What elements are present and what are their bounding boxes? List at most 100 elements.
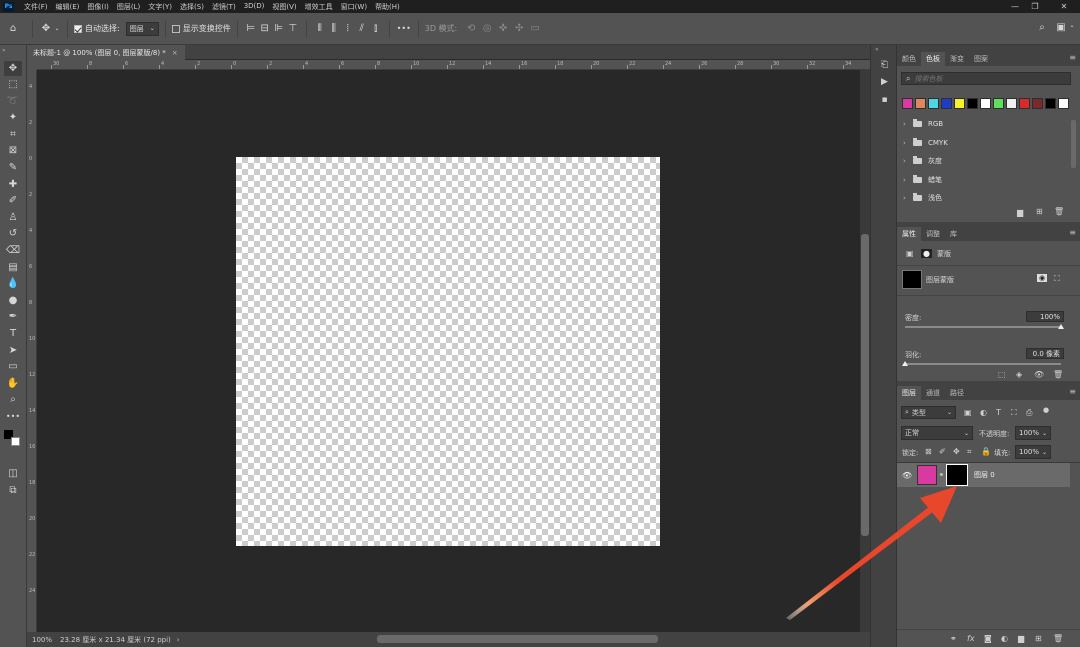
horizontal-scrollbar-thumb[interactable] xyxy=(377,635,658,643)
density-slider-handle[interactable] xyxy=(1058,324,1064,329)
layer-name[interactable]: 图层 0 xyxy=(974,470,995,480)
swatch-group-row[interactable]: › 蜡笔 xyxy=(903,173,942,187)
load-selection-icon[interactable]: ⬚ xyxy=(998,370,1006,379)
color-swatch[interactable] xyxy=(941,98,952,109)
layer-thumbnail[interactable] xyxy=(917,465,937,485)
blur-tool-icon[interactable]: 💧 xyxy=(4,276,22,291)
home-icon[interactable]: ⌂ xyxy=(0,23,26,34)
color-swatch[interactable] xyxy=(902,98,913,109)
link-layers-icon[interactable]: ⚭ xyxy=(950,634,957,643)
new-group-icon[interactable]: ▆ xyxy=(1017,208,1023,217)
distribute-4-icon[interactable]: ⫽ xyxy=(355,23,369,34)
dodge-tool-icon[interactable]: ● xyxy=(4,293,22,308)
status-menu-icon[interactable]: › xyxy=(177,636,180,644)
tab-adjustments[interactable]: 调整 xyxy=(921,227,945,241)
color-swatch[interactable] xyxy=(1045,98,1056,109)
tab-channels[interactable]: 通道 xyxy=(921,386,945,400)
fill-input[interactable]: 100% ⌄ xyxy=(1015,445,1051,459)
menu-item-3[interactable]: 图层(L) xyxy=(113,2,144,12)
distribute-3-icon[interactable]: ⦙ xyxy=(341,23,355,34)
color-swatch[interactable] xyxy=(915,98,926,109)
edit-toolbar-icon[interactable]: ••• xyxy=(4,409,22,424)
layer-style-icon[interactable]: fx xyxy=(967,634,975,643)
vertical-ruler[interactable]: 4 2 0 2 4 6 8 10 12 14 16 18 20 22 24 xyxy=(27,70,37,632)
lock-position-icon[interactable]: ✥ xyxy=(953,447,960,456)
3d-orbit-icon[interactable]: ⟲ xyxy=(463,23,479,34)
close-tab-icon[interactable]: × xyxy=(172,49,178,57)
vertical-scrollbar-thumb[interactable] xyxy=(861,234,869,536)
clone-stamp-tool-icon[interactable]: ♙ xyxy=(4,210,22,225)
comments-panel-icon[interactable]: ▪ xyxy=(878,93,891,106)
more-options-icon[interactable]: ••• xyxy=(396,24,412,33)
chevron-right-icon[interactable]: › xyxy=(903,139,913,147)
blend-mode-select[interactable]: 正常 ⌄ xyxy=(901,426,973,440)
search-icon[interactable]: ⌕ xyxy=(1035,22,1049,33)
lock-transparent-icon[interactable]: ⊠ xyxy=(925,447,932,456)
filter-adjustment-icon[interactable]: ◐ xyxy=(980,408,987,417)
tab-patterns[interactable]: 图案 xyxy=(969,52,993,66)
swatch-group-row[interactable]: › 浅色 xyxy=(903,191,942,205)
feather-slider-handle[interactable] xyxy=(902,361,908,366)
lock-all-icon[interactable]: 🔒 xyxy=(981,447,991,456)
rectangle-tool-icon[interactable]: ▭ xyxy=(4,359,22,374)
delete-mask-icon[interactable]: 🗑 xyxy=(1053,370,1063,379)
eyedropper-tool-icon[interactable]: ✎ xyxy=(4,160,22,175)
pixel-mask-icon[interactable]: ▣ xyxy=(906,249,914,258)
align-top-icon[interactable]: ⊤ xyxy=(286,23,300,34)
color-swatch[interactable] xyxy=(1058,98,1069,109)
mask-link-icon[interactable]: ⚭ xyxy=(937,471,946,479)
swatch-group-row[interactable]: › CMYK xyxy=(903,136,948,150)
swatches-scrollbar[interactable] xyxy=(1071,120,1076,168)
history-panel-icon[interactable]: ⎗ xyxy=(878,58,891,71)
magic-wand-tool-icon[interactable]: ✦ xyxy=(4,110,22,125)
panel-menu-icon[interactable]: ≡ xyxy=(1069,387,1076,396)
tab-swatches[interactable]: 色板 xyxy=(921,52,945,66)
move-tool-icon[interactable]: ✥ xyxy=(4,61,22,76)
distribute-1-icon[interactable]: ⫴ xyxy=(313,23,327,34)
color-swatch[interactable] xyxy=(928,98,939,109)
gradient-tool-icon[interactable]: ▤ xyxy=(4,260,22,275)
expand-panels-icon[interactable]: « xyxy=(875,46,879,53)
path-selection-tool-icon[interactable]: ➤ xyxy=(4,343,22,358)
brush-tool-icon[interactable]: ✐ xyxy=(4,193,22,208)
chevron-right-icon[interactable]: › xyxy=(903,157,913,165)
crop-tool-icon[interactable]: ⌗ xyxy=(4,127,22,142)
healing-brush-tool-icon[interactable]: ✚ xyxy=(4,177,22,192)
filter-toggle-icon[interactable]: ● xyxy=(1043,406,1049,414)
align-right-icon[interactable]: ⊫ xyxy=(272,23,286,34)
marquee-tool-icon[interactable]: ⬚ xyxy=(4,77,22,92)
visibility-eye-icon[interactable]: 👁 xyxy=(897,471,917,480)
quick-mask-icon[interactable]: ◫ xyxy=(4,466,22,481)
color-swatch[interactable] xyxy=(980,98,991,109)
density-input[interactable]: 100% xyxy=(1026,311,1064,322)
lock-artboard-icon[interactable]: ⌗ xyxy=(967,447,972,457)
new-layer-icon[interactable]: ⊞ xyxy=(1035,634,1042,643)
color-swatch[interactable] xyxy=(1006,98,1017,109)
tab-gradients[interactable]: 渐变 xyxy=(945,52,969,66)
color-swatch[interactable] xyxy=(967,98,978,109)
color-swatch[interactable] xyxy=(1032,98,1043,109)
color-swatch[interactable] xyxy=(954,98,965,109)
delete-layer-icon[interactable]: 🗑 xyxy=(1053,634,1063,643)
panel-menu-icon[interactable]: ≡ xyxy=(1069,228,1076,237)
lasso-tool-icon[interactable]: ➰ xyxy=(4,94,22,109)
vector-mask-icon[interactable]: ● xyxy=(921,249,932,258)
color-swatch[interactable] xyxy=(993,98,1004,109)
layer-filter-select[interactable]: ⌕ 类型 ⌄ xyxy=(901,406,956,419)
density-slider[interactable] xyxy=(905,326,1061,328)
swatch-search-input[interactable] xyxy=(914,74,1055,83)
delete-swatch-icon[interactable]: 🗑 xyxy=(1054,207,1064,216)
menu-item-5[interactable]: 选择(S) xyxy=(176,2,208,12)
add-vector-mask-icon[interactable]: ⛶ xyxy=(1054,274,1060,284)
zoom-level[interactable]: 100% xyxy=(32,636,60,644)
show-transform-checkbox[interactable] xyxy=(171,24,180,33)
filter-smart-object-icon[interactable]: ⎙ xyxy=(1026,408,1032,418)
menu-item-10[interactable]: 窗口(W) xyxy=(337,2,371,12)
hand-tool-icon[interactable]: ✋ xyxy=(4,376,22,391)
restore-icon[interactable]: ❐ xyxy=(1022,0,1048,13)
close-window-icon[interactable]: ✕ xyxy=(1051,0,1077,13)
zoom-tool-icon[interactable]: ⌕ xyxy=(4,392,22,407)
filter-shape-icon[interactable]: ⛶ xyxy=(1011,408,1017,418)
tab-libraries[interactable]: 库 xyxy=(945,227,962,241)
3d-roll-icon[interactable]: ◎ xyxy=(479,23,495,34)
